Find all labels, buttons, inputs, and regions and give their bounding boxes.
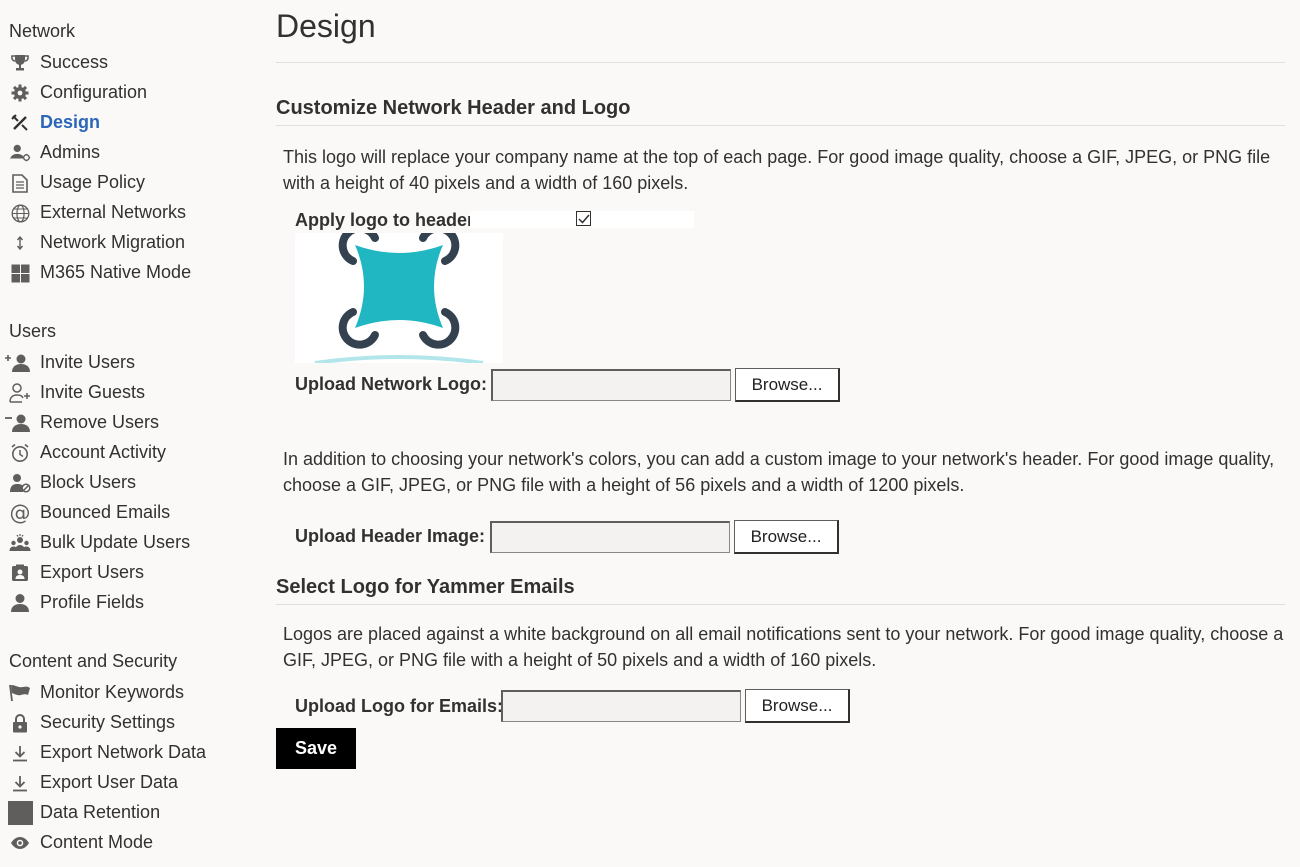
- sidebar-item-export-network-data[interactable]: Export Network Data: [0, 739, 255, 767]
- sidebar-section-network-title: Network: [9, 21, 76, 41]
- email-logo-section-heading: Select Logo for Yammer Emails: [276, 576, 575, 598]
- design-tools-icon: [9, 113, 31, 133]
- sidebar-item-label: Data Retention: [40, 802, 161, 822]
- apply-logo-checkbox[interactable]: [576, 211, 591, 226]
- sidebar-item-usage-policy[interactable]: Usage Policy: [0, 169, 255, 197]
- admin-user-icon: [9, 143, 31, 163]
- browse-header-image-button[interactable]: Browse...: [734, 520, 839, 554]
- sidebar-item-label: Account Activity: [40, 442, 167, 462]
- windows-grid-icon: [9, 263, 31, 283]
- sidebar-item-m365-native-mode[interactable]: M365 Native Mode: [0, 259, 255, 287]
- drone-logo-image: [314, 233, 484, 363]
- sidebar-item-network-migration[interactable]: Network Migration: [0, 229, 255, 257]
- sidebar-item-label: Monitor Keywords: [40, 682, 185, 702]
- upload-header-image-input[interactable]: [490, 521, 730, 553]
- alarm-clock-icon: [9, 443, 31, 463]
- at-sign-icon: @: [9, 501, 31, 525]
- sidebar-item-content-mode[interactable]: Content Mode: [0, 829, 255, 857]
- add-user-icon: [4, 353, 32, 373]
- sidebar-item-bounced-emails[interactable]: @ Bounced Emails: [0, 499, 255, 527]
- upload-network-logo-label: Upload Network Logo:: [295, 374, 487, 394]
- document-icon: [9, 173, 31, 193]
- upload-header-image-label: Upload Header Image:: [295, 526, 486, 546]
- flag-icon: [9, 683, 31, 703]
- sidebar-item-label: Admins: [40, 142, 101, 162]
- sidebar-item-label: Export Users: [40, 562, 145, 582]
- sidebar-item-design[interactable]: Design: [0, 109, 255, 137]
- sidebar-item-export-user-data[interactable]: Export User Data: [0, 769, 255, 797]
- header-image-description: In addition to choosing your network's c…: [283, 449, 1275, 495]
- sidebar-item-configuration[interactable]: Configuration: [0, 79, 255, 107]
- title-divider: [276, 62, 1285, 63]
- lock-icon: [9, 713, 31, 733]
- logo-description: This logo will replace your company name…: [283, 147, 1271, 193]
- sidebar-item-label: Content Mode: [40, 832, 154, 852]
- apply-logo-checkbox-area: [470, 211, 694, 228]
- sidebar-item-label: Network Migration: [40, 232, 186, 252]
- page-title: Design: [276, 8, 376, 44]
- square-icon: [8, 801, 33, 825]
- up-down-arrow-icon: [9, 233, 31, 253]
- sidebar-item-label: Profile Fields: [40, 592, 145, 612]
- sidebar-item-label: Configuration: [40, 82, 148, 102]
- sidebar-item-label: Bounced Emails: [40, 502, 171, 522]
- sidebar-item-profile-fields[interactable]: Profile Fields: [0, 589, 255, 617]
- sidebar-item-invite-users[interactable]: Invite Users: [0, 349, 255, 377]
- remove-user-icon: [4, 413, 32, 433]
- sidebar-item-data-retention[interactable]: Data Retention: [0, 799, 255, 827]
- eye-icon: [9, 833, 31, 853]
- sidebar-item-label: Usage Policy: [40, 172, 146, 192]
- upload-email-logo-label: Upload Logo for Emails:: [295, 696, 504, 716]
- user-icon: [9, 593, 31, 613]
- upload-network-logo-input[interactable]: [491, 369, 731, 401]
- browse-email-logo-button[interactable]: Browse...: [745, 689, 850, 723]
- sidebar-item-external-networks[interactable]: External Networks: [0, 199, 255, 227]
- sidebar-item-label: Remove Users: [40, 412, 160, 432]
- sidebar-item-label: External Networks: [40, 202, 187, 222]
- sidebar-item-label: Invite Guests: [40, 382, 146, 402]
- sidebar-item-invite-guests[interactable]: Invite Guests: [0, 379, 255, 407]
- gear-icon: [9, 83, 31, 103]
- sidebar-item-remove-users[interactable]: Remove Users: [0, 409, 255, 437]
- sidebar-item-label: Design: [40, 112, 101, 132]
- sidebar-item-success[interactable]: Success: [0, 49, 255, 77]
- sidebar-item-label: Export User Data: [40, 772, 179, 792]
- sidebar-item-label: Block Users: [40, 472, 137, 492]
- section-divider: [276, 125, 1285, 126]
- sidebar-item-bulk-update-users[interactable]: Bulk Update Users: [0, 529, 255, 557]
- sidebar-section-users-title: Users: [9, 321, 57, 341]
- sidebar-item-label: Invite Users: [40, 352, 136, 372]
- header-logo-section-heading: Customize Network Header and Logo: [276, 97, 631, 119]
- download-icon: [9, 743, 31, 763]
- guest-user-icon: [9, 383, 31, 403]
- group-users-icon: [9, 533, 31, 553]
- block-user-icon: [9, 473, 31, 493]
- section-divider: [276, 604, 1285, 605]
- globe-icon: [9, 203, 31, 223]
- sidebar-section-content-security-title: Content and Security: [9, 651, 178, 671]
- email-logo-description: Logos are placed against a white backgro…: [283, 624, 1284, 670]
- network-logo-preview: [295, 233, 503, 363]
- sidebar-item-export-users[interactable]: Export Users: [0, 559, 255, 587]
- sidebar-item-label: Security Settings: [40, 712, 176, 732]
- sidebar-item-account-activity[interactable]: Account Activity: [0, 439, 255, 467]
- sidebar-item-label: M365 Native Mode: [40, 262, 192, 282]
- contact-card-icon: [9, 563, 31, 583]
- trophy-icon: [9, 53, 31, 73]
- sidebar-item-security-settings[interactable]: Security Settings: [0, 709, 255, 737]
- browse-network-logo-button[interactable]: Browse...: [735, 368, 840, 402]
- sidebar-item-label: Bulk Update Users: [40, 532, 191, 552]
- download-icon: [9, 773, 31, 793]
- sidebar-item-block-users[interactable]: Block Users: [0, 469, 255, 497]
- apply-logo-label: Apply logo to header: [295, 210, 475, 230]
- save-button[interactable]: Save: [276, 728, 356, 769]
- sidebar-item-monitor-keywords[interactable]: Monitor Keywords: [0, 679, 255, 707]
- upload-email-logo-input[interactable]: [501, 690, 741, 722]
- sidebar-item-label: Success: [40, 52, 109, 72]
- sidebar-item-admins[interactable]: Admins: [0, 139, 255, 167]
- sidebar-item-label: Export Network Data: [40, 742, 207, 762]
